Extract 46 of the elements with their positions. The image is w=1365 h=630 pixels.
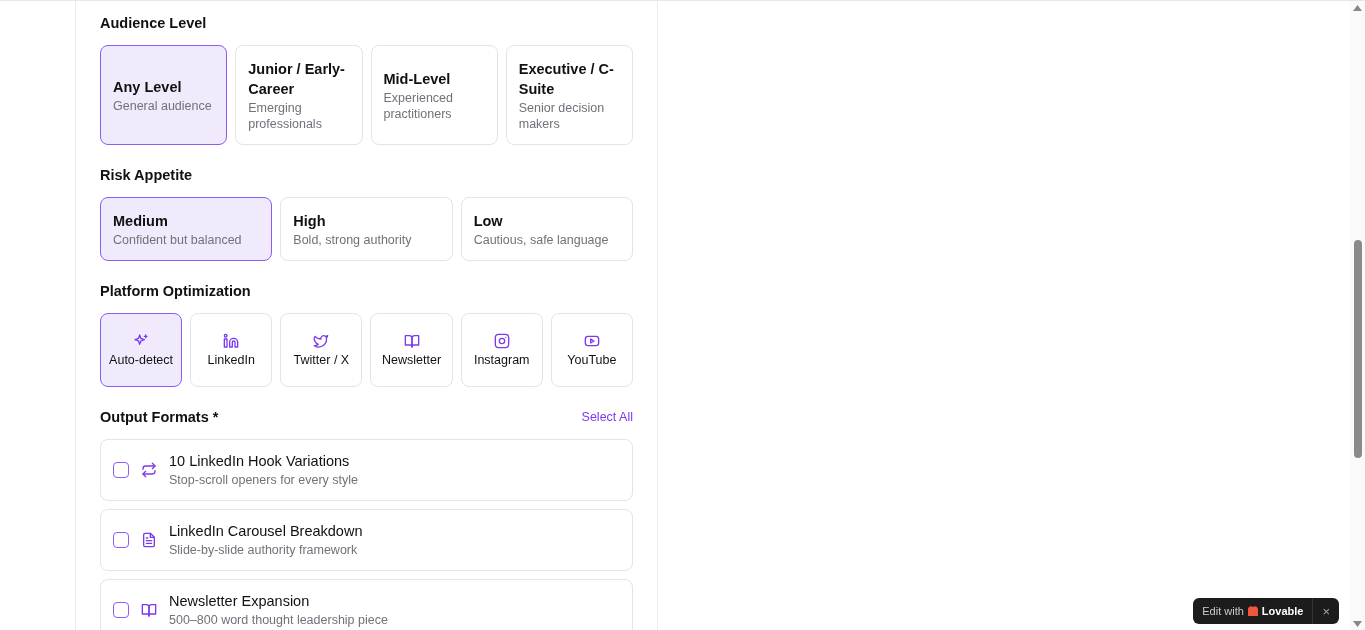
bird-icon [313, 332, 330, 349]
format-card[interactable]: Newsletter Expansion 500–800 word thought leadership piece [100, 579, 633, 630]
option-card[interactable]: Low Cautious, safe language [460, 197, 633, 261]
document-icon [141, 532, 157, 548]
checkbox[interactable] [113, 462, 129, 478]
option-card[interactable]: YouTube [550, 313, 633, 387]
book-icon [141, 602, 157, 618]
checkbox[interactable] [113, 602, 129, 618]
option-card[interactable]: Medium Confident but balanced [100, 197, 273, 261]
heart-logo-icon [1247, 606, 1258, 616]
format-card[interactable]: LinkedIn Carousel Breakdown Slide-by-slide authority framework [100, 509, 633, 571]
format-description: 500–800 word thought leadership piece [169, 612, 388, 628]
option-card[interactable]: High Bold, strong authority [280, 197, 453, 261]
close-button[interactable]: × [1313, 603, 1339, 619]
badge-label: Edit with [1202, 605, 1244, 617]
scroll-up-icon[interactable] [1353, 5, 1362, 11]
scrollbar[interactable] [1350, 1, 1365, 630]
format-description: Stop-scroll openers for every style [169, 472, 358, 488]
format-title: Newsletter Expansion [169, 592, 311, 611]
option-card[interactable]: Twitter / X [280, 313, 363, 387]
option-card[interactable]: Instagram [460, 313, 543, 387]
book-icon [403, 332, 420, 349]
option-card[interactable]: Executive / C-Suite Senior decision makers [505, 45, 633, 145]
brand-name: Lovable [1261, 605, 1304, 617]
scroll-down-icon[interactable] [1353, 621, 1362, 627]
edit-badge[interactable]: Edit with Lovable × [1193, 598, 1339, 624]
repeat-icon [141, 462, 157, 478]
section-heading: Output Formats * [100, 409, 219, 425]
section-heading: Platform Optimization [100, 283, 252, 299]
option-card[interactable]: Newsletter [370, 313, 453, 387]
section-heading: Risk Appetite [100, 167, 194, 183]
instagram-icon [493, 332, 510, 349]
format-title: 10 LinkedIn Hook Variations [169, 452, 351, 471]
option-card[interactable]: Mid-Level Experienced practitioners [370, 45, 498, 145]
option-card[interactable]: Any Level General audience [100, 45, 228, 145]
select-all-link[interactable]: Select All [581, 410, 633, 424]
checkbox[interactable] [113, 532, 129, 548]
format-title: LinkedIn Carousel Breakdown [169, 522, 363, 541]
section-heading: Audience Level [100, 15, 208, 31]
scroll-thumb[interactable] [1354, 240, 1362, 458]
option-card[interactable]: LinkedIn [190, 313, 273, 387]
format-description: Slide-by-slide authority framework [169, 542, 359, 558]
linkedin-icon [223, 332, 240, 349]
option-card[interactable]: Junior / Early-Career Emerging professionals [235, 45, 363, 145]
format-card[interactable]: 10 LinkedIn Hook Variations Stop-scroll openers for every style [100, 439, 633, 501]
option-card[interactable]: Auto-detect [100, 313, 183, 387]
